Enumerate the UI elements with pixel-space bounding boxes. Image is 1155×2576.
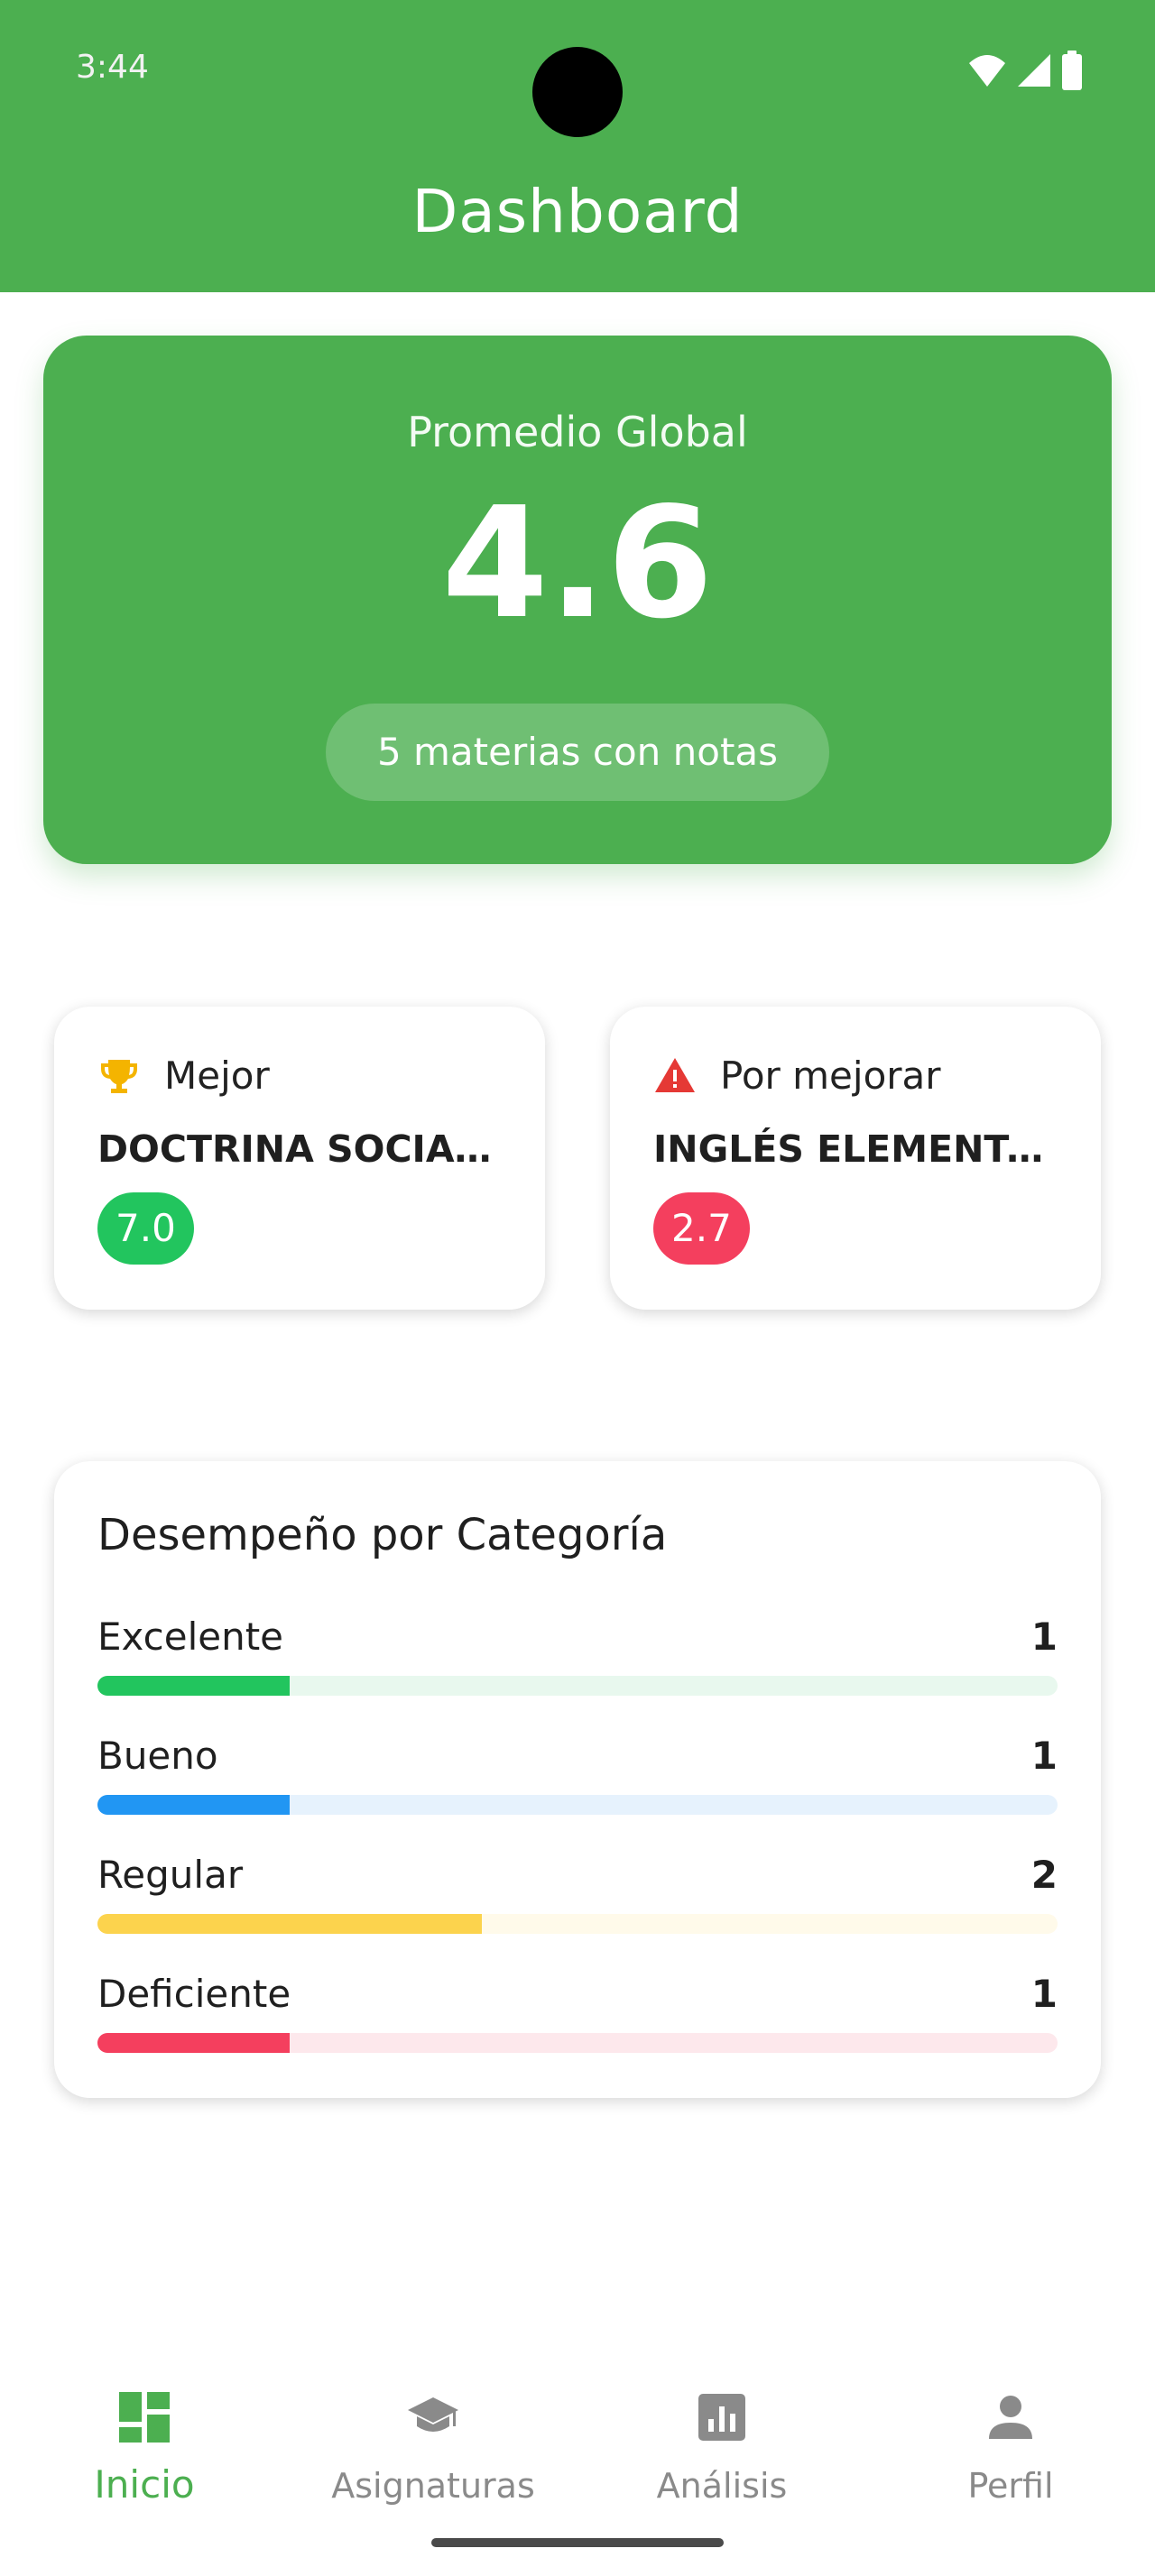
best-grade-badge: 7.0 xyxy=(97,1192,194,1265)
category-label: Deficiente xyxy=(97,1972,291,2016)
nav-item-perfil[interactable]: Perfil xyxy=(866,2372,1155,2525)
category-row-regular: Regular 2 xyxy=(97,1853,1058,1943)
nav-item-asignaturas[interactable]: Asignaturas xyxy=(289,2372,578,2525)
school-icon xyxy=(408,2397,458,2432)
home-indicator[interactable] xyxy=(431,2538,724,2547)
category-progress-track xyxy=(97,1676,1058,1696)
category-progress-fill xyxy=(97,1914,482,1934)
person-icon xyxy=(989,2396,1032,2439)
global-average-label: Promedio Global xyxy=(407,408,748,456)
worst-subject-label: Por mejorar xyxy=(720,1053,941,1098)
category-count: 2 xyxy=(1030,1853,1058,1897)
app-header: 3:44 Dashboard xyxy=(0,0,1155,292)
analytics-icon xyxy=(698,2394,745,2441)
status-time: 3:44 xyxy=(76,49,149,86)
category-row-excelente: Excelente 1 xyxy=(97,1615,1058,1705)
battery-icon xyxy=(1062,51,1082,90)
dashboard-icon xyxy=(119,2392,170,2443)
nav-label: Inicio xyxy=(94,2462,195,2507)
global-average-card: Promedio Global 4.6 5 materias con notas xyxy=(43,336,1112,864)
subjects-count-badge: 5 materias con notas xyxy=(326,704,829,801)
category-performance-title: Desempeño por Categoría xyxy=(97,1510,668,1560)
category-performance-card: Desempeño por Categoría Excelente 1 Buen… xyxy=(54,1461,1101,2098)
category-progress-track xyxy=(97,2033,1058,2053)
global-average-value: 4.6 xyxy=(441,474,714,653)
nav-label: Asignaturas xyxy=(331,2466,535,2506)
page-title: Dashboard xyxy=(411,177,744,246)
nav-item-analisis[interactable]: Análisis xyxy=(578,2372,866,2525)
wifi-icon xyxy=(969,55,1005,87)
category-progress-fill xyxy=(97,2033,290,2053)
worst-subject-name: INGLÉS ELEMENTAL II xyxy=(653,1127,1068,1171)
nav-label: Perfil xyxy=(967,2466,1054,2506)
worst-grade-badge: 2.7 xyxy=(653,1192,750,1265)
category-label: Excelente xyxy=(97,1615,284,1659)
best-subject-card[interactable]: Mejor DOCTRINA SOCIAL D... 7.0 xyxy=(54,1007,545,1310)
nav-label: Análisis xyxy=(656,2466,788,2506)
best-subject-name: DOCTRINA SOCIAL D... xyxy=(97,1127,513,1171)
category-row-deficiente: Deficiente 1 xyxy=(97,1972,1058,2062)
status-icons xyxy=(967,51,1083,90)
best-subject-header: Mejor xyxy=(97,1053,270,1098)
warning-icon xyxy=(655,1057,695,1092)
category-label: Bueno xyxy=(97,1734,218,1778)
worst-subject-header: Por mejorar xyxy=(653,1053,941,1098)
category-row-bueno: Bueno 1 xyxy=(97,1734,1058,1824)
category-progress-fill xyxy=(97,1795,290,1815)
category-progress-track xyxy=(97,1795,1058,1815)
nav-item-inicio[interactable]: Inicio xyxy=(0,2372,289,2525)
signal-icon xyxy=(1018,54,1050,87)
category-count: 1 xyxy=(1030,1734,1058,1778)
category-label: Regular xyxy=(97,1853,244,1897)
best-subject-label: Mejor xyxy=(164,1053,270,1098)
worst-subject-card[interactable]: Por mejorar INGLÉS ELEMENTAL II 2.7 xyxy=(610,1007,1101,1310)
camera-cutout xyxy=(532,47,623,137)
category-progress-fill xyxy=(97,1676,290,1696)
app-screen: 3:44 Dashboard Promedio Global 4.6 5 mat… xyxy=(0,0,1155,2576)
category-count: 1 xyxy=(1030,1972,1058,2016)
category-count: 1 xyxy=(1030,1615,1058,1659)
trophy-icon xyxy=(101,1059,137,1093)
category-progress-track xyxy=(97,1914,1058,1934)
